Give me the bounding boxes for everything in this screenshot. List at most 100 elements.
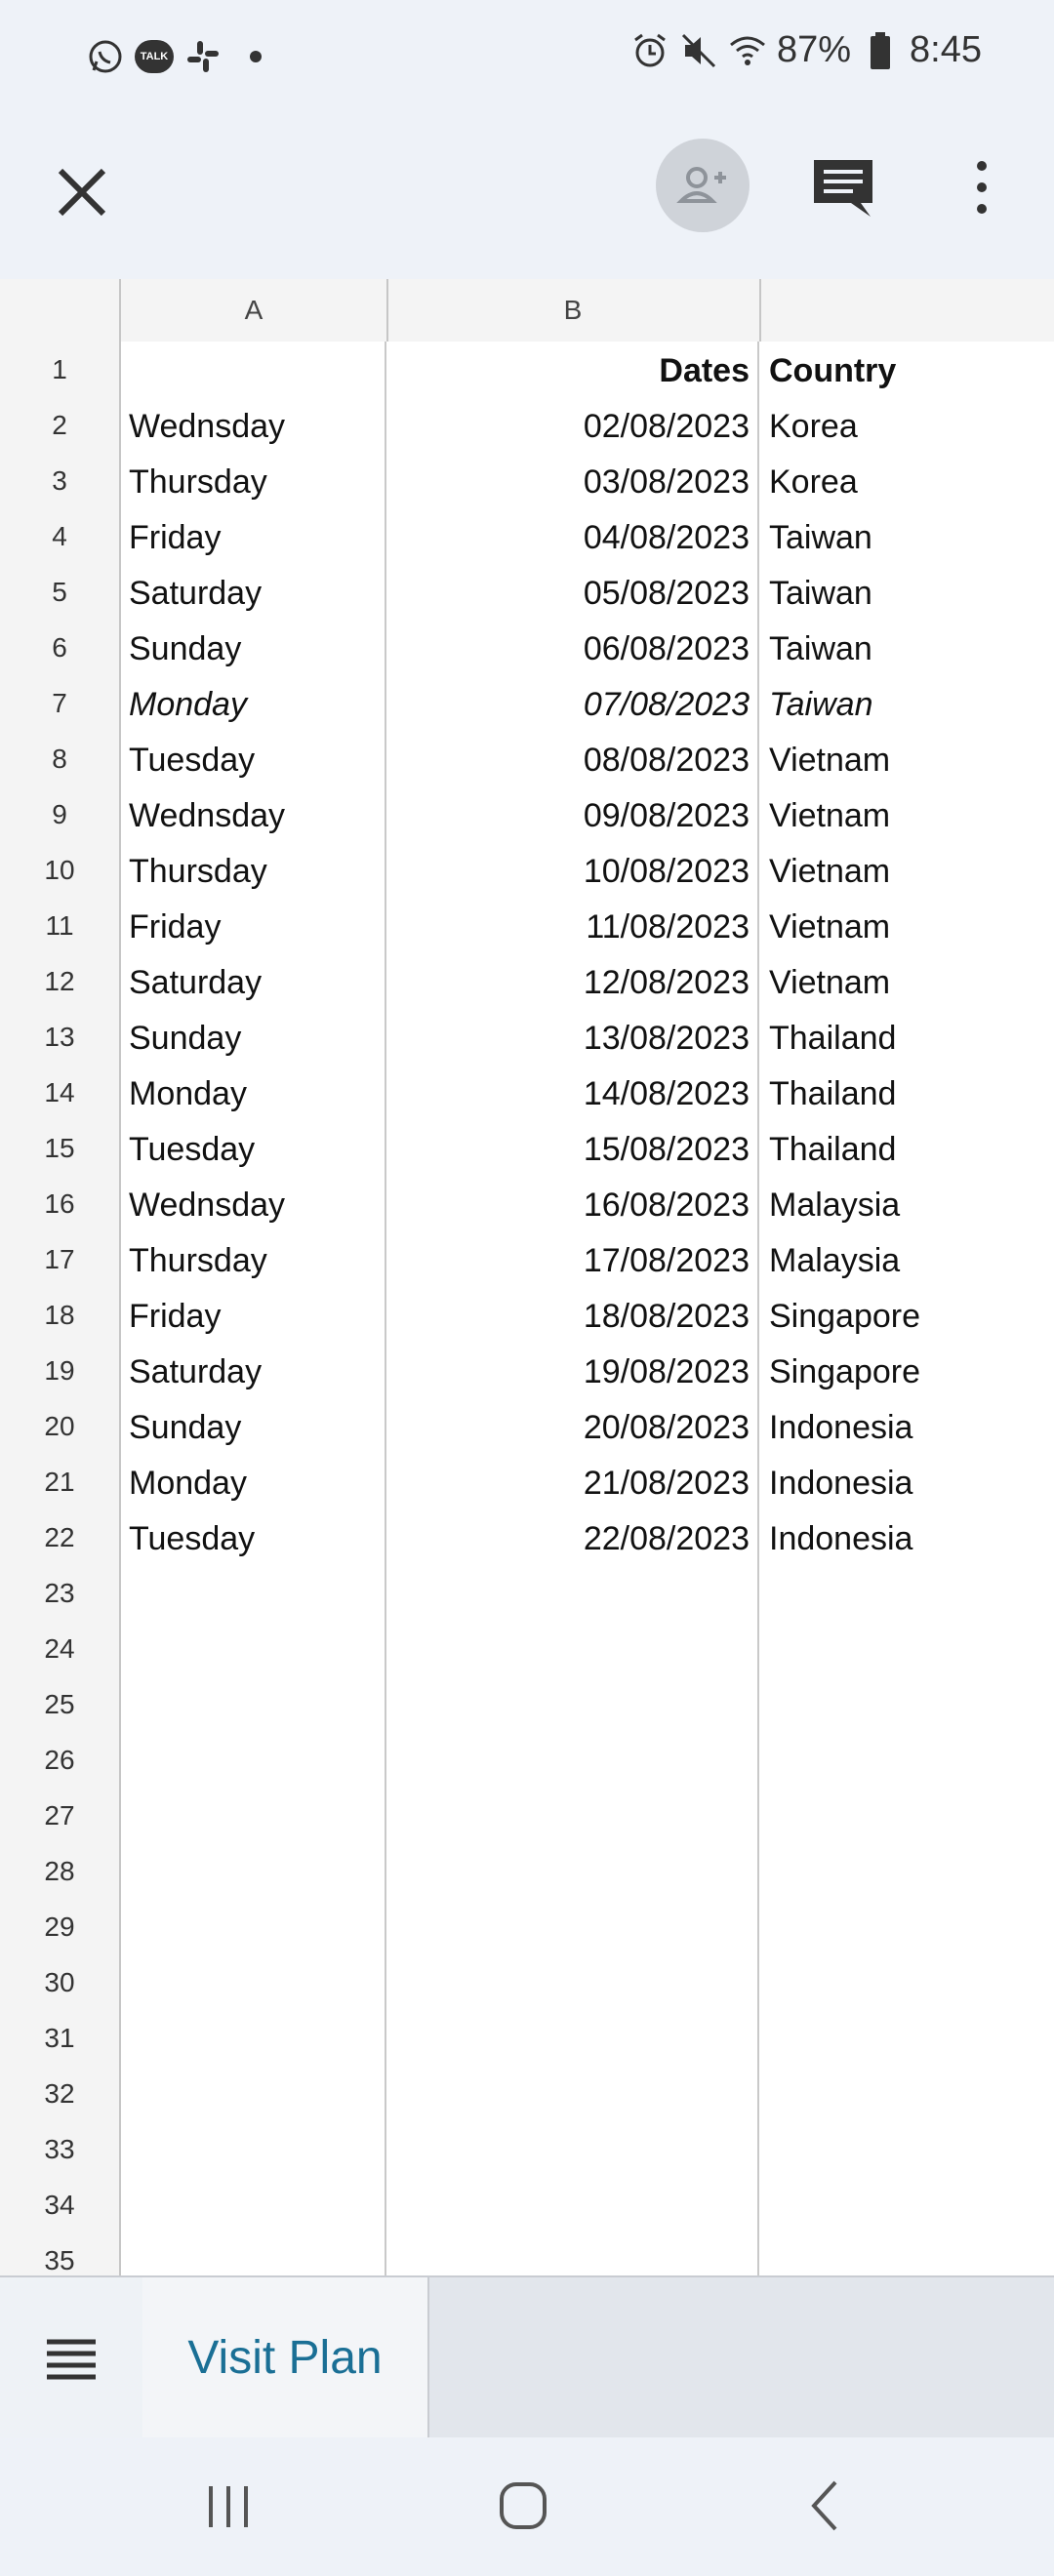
- cell-b[interactable]: 22/08/2023: [386, 1509, 759, 1565]
- cell-c[interactable]: Taiwan: [759, 675, 1054, 731]
- cell-b[interactable]: 14/08/2023: [386, 1065, 759, 1120]
- cell-c[interactable]: Vietnam: [759, 731, 1054, 786]
- cell-c[interactable]: [759, 1676, 1054, 1732]
- cell-a[interactable]: Saturday: [121, 1343, 386, 1398]
- row-number[interactable]: 24: [0, 1621, 121, 1676]
- cell-c[interactable]: Indonesia: [759, 1509, 1054, 1565]
- cell-a[interactable]: Friday: [121, 898, 386, 953]
- cell-a[interactable]: [121, 1621, 386, 1676]
- row-number[interactable]: 22: [0, 1509, 121, 1565]
- cell-c[interactable]: Vietnam: [759, 842, 1054, 898]
- row-number[interactable]: 33: [0, 2121, 121, 2177]
- cell-a[interactable]: Thursday: [121, 1231, 386, 1287]
- cell-a[interactable]: [121, 342, 386, 397]
- row-number[interactable]: 28: [0, 1843, 121, 1899]
- cell-b[interactable]: [386, 1621, 759, 1676]
- spreadsheet-grid[interactable]: A B 1 Dates Country 2 Wednsday 02/08/2023 Kore…: [0, 279, 1054, 2275]
- cell-b[interactable]: 11/08/2023: [386, 898, 759, 953]
- cell-c[interactable]: [759, 2010, 1054, 2066]
- cell-b[interactable]: [386, 2010, 759, 2066]
- cell-b[interactable]: Dates: [386, 342, 759, 397]
- row-number[interactable]: 10: [0, 842, 121, 898]
- row-number[interactable]: 23: [0, 1565, 121, 1621]
- cell-b[interactable]: 03/08/2023: [386, 453, 759, 508]
- cell-b[interactable]: [386, 1788, 759, 1843]
- cell-c[interactable]: [759, 2066, 1054, 2121]
- cell-a[interactable]: Tuesday: [121, 731, 386, 786]
- row-number[interactable]: 3: [0, 453, 121, 508]
- sheet-list-button[interactable]: [0, 2277, 144, 2439]
- cell-c[interactable]: Thailand: [759, 1120, 1054, 1176]
- cell-b[interactable]: 13/08/2023: [386, 1009, 759, 1065]
- cell-b[interactable]: 15/08/2023: [386, 1120, 759, 1176]
- cell-c[interactable]: [759, 1621, 1054, 1676]
- row-number[interactable]: 29: [0, 1899, 121, 1954]
- cell-c[interactable]: Korea: [759, 397, 1054, 453]
- cell-a[interactable]: [121, 2010, 386, 2066]
- row-number[interactable]: 21: [0, 1454, 121, 1509]
- cell-a[interactable]: [121, 1899, 386, 1954]
- cell-b[interactable]: [386, 1732, 759, 1788]
- cell-a[interactable]: Tuesday: [121, 1509, 386, 1565]
- cell-a[interactable]: [121, 1565, 386, 1621]
- cell-a[interactable]: Thursday: [121, 842, 386, 898]
- cell-a[interactable]: [121, 2121, 386, 2177]
- cell-a[interactable]: Wednsday: [121, 1176, 386, 1231]
- home-button[interactable]: [494, 2476, 552, 2535]
- cell-c[interactable]: Singapore: [759, 1343, 1054, 1398]
- cell-a[interactable]: Monday: [121, 1454, 386, 1509]
- back-button[interactable]: [796, 2476, 855, 2535]
- cell-c[interactable]: Indonesia: [759, 1454, 1054, 1509]
- cell-c[interactable]: Country: [759, 342, 1054, 397]
- recents-button[interactable]: [199, 2476, 258, 2535]
- cell-c[interactable]: Vietnam: [759, 786, 1054, 842]
- cell-a[interactable]: [121, 2066, 386, 2121]
- cell-b[interactable]: 04/08/2023: [386, 508, 759, 564]
- cell-a[interactable]: [121, 2177, 386, 2233]
- cell-b[interactable]: [386, 2121, 759, 2177]
- add-person-button[interactable]: [656, 139, 750, 232]
- row-number[interactable]: 15: [0, 1120, 121, 1176]
- row-number[interactable]: 12: [0, 953, 121, 1009]
- cell-b[interactable]: 08/08/2023: [386, 731, 759, 786]
- row-number[interactable]: 27: [0, 1788, 121, 1843]
- cell-b[interactable]: [386, 2177, 759, 2233]
- cell-b[interactable]: 10/08/2023: [386, 842, 759, 898]
- cell-c[interactable]: Malaysia: [759, 1176, 1054, 1231]
- cell-b[interactable]: [386, 1843, 759, 1899]
- row-number[interactable]: 9: [0, 786, 121, 842]
- cell-b[interactable]: 18/08/2023: [386, 1287, 759, 1343]
- cell-c[interactable]: Malaysia: [759, 1231, 1054, 1287]
- cell-b[interactable]: 07/08/2023: [386, 675, 759, 731]
- cell-b[interactable]: [386, 2233, 759, 2275]
- column-header-a[interactable]: A: [121, 279, 388, 342]
- cell-c[interactable]: Taiwan: [759, 508, 1054, 564]
- cell-a[interactable]: Friday: [121, 1287, 386, 1343]
- cell-a[interactable]: [121, 1676, 386, 1732]
- cell-c[interactable]: [759, 2177, 1054, 2233]
- cell-c[interactable]: [759, 2233, 1054, 2275]
- row-number[interactable]: 14: [0, 1065, 121, 1120]
- cell-b[interactable]: 09/08/2023: [386, 786, 759, 842]
- row-number[interactable]: 8: [0, 731, 121, 786]
- row-number[interactable]: 34: [0, 2177, 121, 2233]
- row-number[interactable]: 25: [0, 1676, 121, 1732]
- close-button[interactable]: [51, 161, 113, 223]
- row-number[interactable]: 20: [0, 1398, 121, 1454]
- cell-b[interactable]: 17/08/2023: [386, 1231, 759, 1287]
- column-header-b[interactable]: B: [386, 279, 761, 342]
- row-number[interactable]: 30: [0, 1954, 121, 2010]
- row-number[interactable]: 31: [0, 2010, 121, 2066]
- cell-b[interactable]: [386, 1565, 759, 1621]
- cell-b[interactable]: 02/08/2023: [386, 397, 759, 453]
- cell-c[interactable]: Taiwan: [759, 620, 1054, 675]
- cell-a[interactable]: Sunday: [121, 620, 386, 675]
- cell-a[interactable]: Wednsday: [121, 397, 386, 453]
- cell-c[interactable]: Korea: [759, 453, 1054, 508]
- cell-b[interactable]: [386, 1899, 759, 1954]
- cell-b[interactable]: 06/08/2023: [386, 620, 759, 675]
- cell-c[interactable]: Thailand: [759, 1009, 1054, 1065]
- cell-a[interactable]: Monday: [121, 1065, 386, 1120]
- cell-c[interactable]: [759, 1843, 1054, 1899]
- cell-a[interactable]: Thursday: [121, 453, 386, 508]
